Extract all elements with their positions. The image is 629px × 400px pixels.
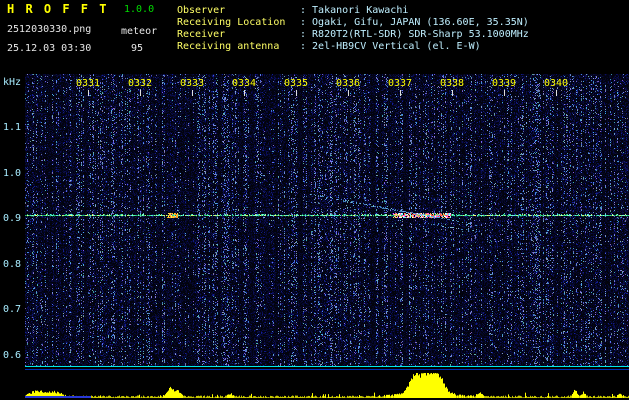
time-tick-label: 0335 [283, 78, 309, 89]
info-row: Observer : Takanori Kawachi [177, 6, 408, 16]
freq-tick-label: 1.1 [3, 122, 22, 133]
time-tick-label: 0334 [231, 78, 257, 89]
info-label: Receiving antenna [177, 41, 280, 52]
mode-label: meteor [121, 26, 158, 37]
info-label: Receiver [177, 29, 226, 40]
freq-tick-label: 0.9 [3, 213, 22, 224]
freq-axis-unit: kHz [3, 77, 22, 88]
info-value: : 2el-HB9CV Vertical (el. E-W) [300, 41, 481, 52]
info-value: : R820T2(RTL-SDR) SDR-Sharp 53.1000MHz [300, 29, 529, 40]
spectrogram-canvas [25, 74, 629, 366]
freq-tick-label: 0.7 [3, 304, 22, 315]
app-title: H R O F F T [7, 2, 109, 16]
echo-count: 95 [131, 43, 144, 54]
activity-top-border [25, 369, 629, 370]
info-row: Receiving Location : Ogaki, Gifu, JAPAN (… [177, 18, 529, 28]
time-tick-label: 0340 [543, 78, 569, 89]
activity-histogram-canvas [25, 371, 629, 398]
info-value: : Takanori Kawachi [300, 5, 409, 16]
time-tick-label: 0339 [491, 78, 517, 89]
info-row: Receiving antenna : 2el-HB9CV Vertical (e… [177, 42, 481, 52]
info-label: Observer [177, 5, 226, 16]
info-value: : Ogaki, Gifu, JAPAN (136.60E, 35.35N) [300, 17, 529, 28]
time-tick-label: 0333 [179, 78, 205, 89]
time-tick-label: 0332 [127, 78, 153, 89]
time-tick-label: 0337 [387, 78, 413, 89]
hrofft-window: H R O F F T 1.0.0 2512030330.png meteor … [0, 0, 629, 400]
app-version: 1.0.0 [124, 4, 155, 15]
freq-tick-label: 0.6 [3, 350, 22, 361]
spectrogram-bottom-border [25, 366, 629, 367]
freq-tick-label: 0.8 [3, 259, 22, 270]
freq-tick-label: 1.0 [3, 168, 22, 179]
info-label: Receiving Location [177, 17, 286, 28]
info-row: Receiver : R820T2(RTL-SDR) SDR-Sharp 53.1… [177, 30, 529, 40]
time-tick-label: 0336 [335, 78, 361, 89]
output-filename: 2512030330.png [7, 24, 92, 35]
datetime-label: 25.12.03 03:30 [7, 43, 92, 54]
time-tick-label: 0338 [439, 78, 465, 89]
time-tick-label: 0331 [75, 78, 101, 89]
